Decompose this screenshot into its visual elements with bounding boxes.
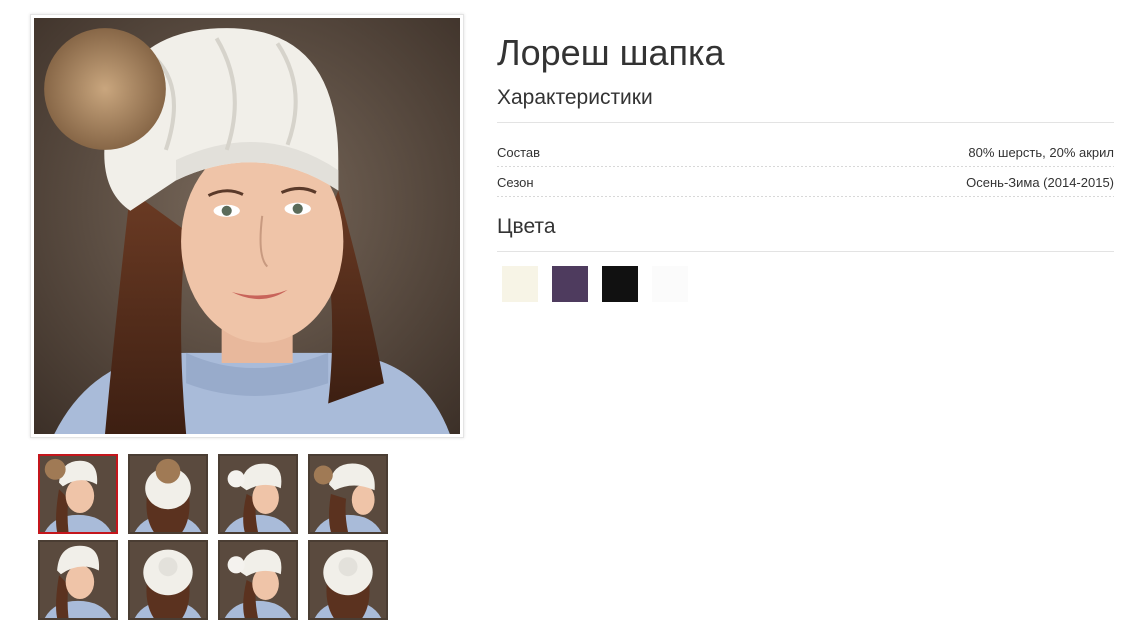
- color-swatch-cream[interactable]: [502, 266, 538, 302]
- thumbnail-image: [40, 456, 116, 532]
- main-product-photo[interactable]: [34, 18, 460, 434]
- spec-value: 80% шерсть, 20% акрил: [968, 144, 1114, 160]
- product-info: Лореш шапка Характеристики Состав 80% ше…: [497, 28, 1114, 302]
- thumbnail-image: [220, 456, 296, 532]
- thumbnail-3[interactable]: [218, 454, 298, 534]
- colors-heading: Цвета: [497, 215, 556, 238]
- thumbnail-5[interactable]: [38, 540, 118, 620]
- thumbnail-7[interactable]: [218, 540, 298, 620]
- main-product-photo-frame: [30, 14, 464, 438]
- thumbnail-1[interactable]: [38, 454, 118, 534]
- spec-label: Сезон: [497, 174, 534, 190]
- divider: [497, 251, 1114, 252]
- spec-row-composition: Состав 80% шерсть, 20% акрил: [497, 137, 1114, 167]
- divider: [497, 122, 1114, 123]
- thumbnail-image: [130, 456, 206, 532]
- thumbnail-strip: [38, 454, 398, 620]
- product-title: Лореш шапка: [497, 32, 725, 73]
- thumbnail-4[interactable]: [308, 454, 388, 534]
- thumbnail-image: [310, 542, 386, 618]
- thumbnail-image: [40, 542, 116, 618]
- spec-label: Состав: [497, 144, 541, 160]
- thumbnail-8[interactable]: [308, 540, 388, 620]
- spec-row-season: Сезон Осень-Зима (2014-2015): [497, 167, 1114, 197]
- spec-value: Осень-Зима (2014-2015): [966, 174, 1114, 190]
- specs-heading: Характеристики: [497, 86, 653, 109]
- thumbnail-image: [310, 456, 386, 532]
- thumbnail-2[interactable]: [128, 454, 208, 534]
- thumbnail-image: [220, 542, 296, 618]
- thumbnail-image: [130, 542, 206, 618]
- color-swatches: [497, 266, 1114, 302]
- specs-table: Состав 80% шерсть, 20% акрил Сезон Осень…: [497, 137, 1114, 197]
- thumbnail-6[interactable]: [128, 540, 208, 620]
- color-swatch-white[interactable]: [652, 266, 688, 302]
- color-swatch-purple[interactable]: [552, 266, 588, 302]
- color-swatch-black[interactable]: [602, 266, 638, 302]
